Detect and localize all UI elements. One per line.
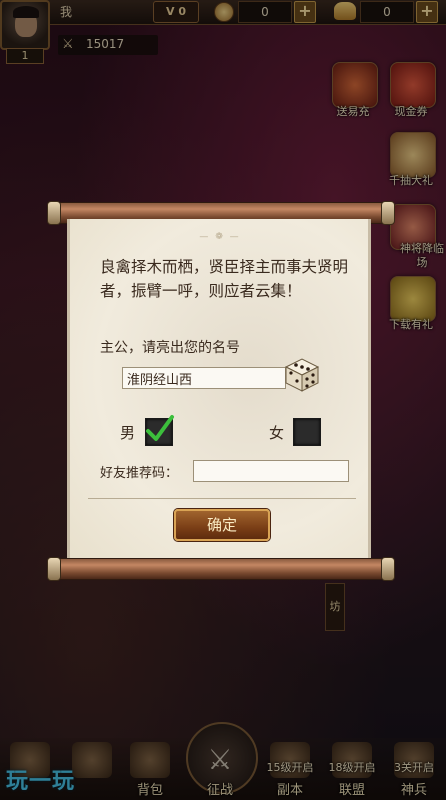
dialog-divider [88, 498, 356, 499]
intro-text: 良禽择木而栖，贤臣择主而事夫贤明者，振臂一呼，则应者云集！ [100, 258, 349, 300]
name-prompt: 主公，请亮出您的名号 [100, 340, 240, 356]
dice-icon[interactable] [282, 353, 322, 393]
rod-knob [47, 557, 61, 581]
female-checkbox[interactable] [293, 418, 321, 446]
referral-label: 好友推荐码： [100, 466, 179, 481]
checkmark-icon [146, 415, 174, 441]
rod-knob [47, 201, 61, 225]
rod-knob [381, 557, 395, 581]
ornament-divider: — ❁ — [199, 232, 241, 242]
name-input[interactable] [122, 367, 286, 389]
male-checkbox[interactable] [145, 415, 174, 446]
confirm-button[interactable]: 确定 [174, 509, 270, 541]
rod-knob [381, 201, 395, 225]
female-label: 女 [269, 424, 285, 442]
scroll-bottom-rod [47, 557, 395, 581]
create-character-dialog: — ❁ — 良禽择木而栖，贤臣择主而事夫贤明者，振臂一呼，则应者云集！ 主公，请… [67, 219, 371, 562]
male-label: 男 [120, 424, 136, 442]
referral-input[interactable] [193, 460, 349, 482]
